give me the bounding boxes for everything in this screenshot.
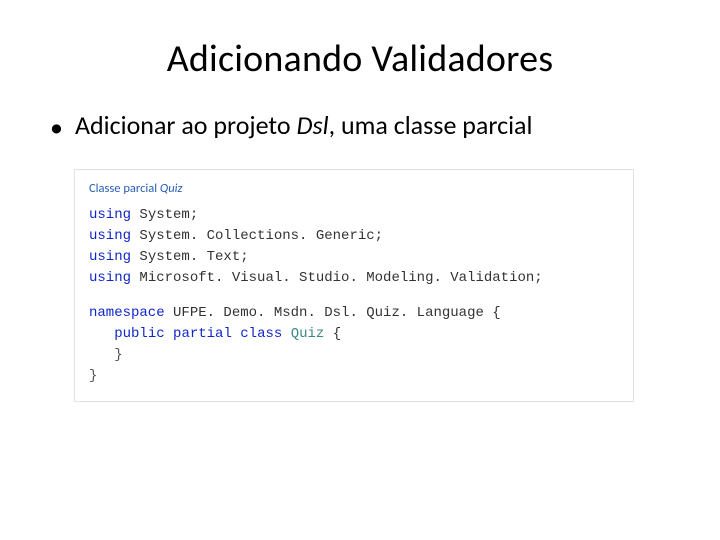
- code-line: }: [89, 366, 619, 387]
- keyword-class: class: [240, 326, 282, 342]
- code-ns3: System. Text;: [131, 249, 249, 265]
- code-sp3: [282, 326, 290, 342]
- code-line: namespace UFPE. Demo. Msdn. Dsl. Quiz. L…: [89, 303, 619, 324]
- code-classopen: {: [324, 326, 341, 342]
- keyword-using: using: [89, 228, 131, 244]
- keyword-using: using: [89, 249, 131, 265]
- code-line: using System. Text;: [89, 247, 619, 268]
- caption-prefix: Classe parcial: [89, 181, 160, 196]
- bullet-italic: Dsl: [296, 109, 328, 141]
- page-title: Adicionando Validadores: [44, 36, 676, 82]
- keyword-public: public: [114, 326, 164, 342]
- code-line: using System;: [89, 205, 619, 226]
- code-ns4: Microsoft. Visual. Studio. Modeling. Val…: [131, 270, 543, 286]
- bullet-dot-icon: •: [50, 110, 63, 143]
- code-ns2: System. Collections. Generic;: [131, 228, 383, 244]
- code-nsdecl: UFPE. Demo. Msdn. Dsl. Quiz. Language {: [165, 305, 501, 321]
- code-sp2: [232, 326, 240, 342]
- code-line: using System. Collections. Generic;: [89, 226, 619, 247]
- code-sp1: [165, 326, 173, 342]
- code-line: using Microsoft. Visual. Studio. Modelin…: [89, 268, 619, 289]
- keyword-using: using: [89, 270, 131, 286]
- code-caption: Classe parcial Quiz: [89, 180, 619, 199]
- blank-line: [89, 289, 619, 303]
- slide: Adicionando Validadores • Adicionar ao p…: [0, 0, 720, 540]
- bullet-suffix: , uma classe parcial: [329, 109, 533, 141]
- bullet-prefix: Adicionar ao projeto: [75, 109, 297, 141]
- code-pad: [89, 326, 114, 342]
- bullet-text: Adicionar ao projeto Dsl, uma classe par…: [75, 110, 533, 141]
- keyword-namespace: namespace: [89, 305, 165, 321]
- code-close2: }: [89, 368, 97, 384]
- code-ns1: System;: [131, 207, 198, 223]
- caption-italic: Quiz: [160, 181, 183, 196]
- code-block: Classe parcial Quiz using System; using …: [74, 169, 634, 402]
- keyword-using: using: [89, 207, 131, 223]
- keyword-partial: partial: [173, 326, 232, 342]
- code-close1: }: [89, 347, 123, 363]
- code-line: public partial class Quiz {: [89, 324, 619, 345]
- bullet-item: • Adicionar ao projeto Dsl, uma classe p…: [50, 110, 676, 143]
- type-name: Quiz: [291, 326, 325, 342]
- code-line: }: [89, 345, 619, 366]
